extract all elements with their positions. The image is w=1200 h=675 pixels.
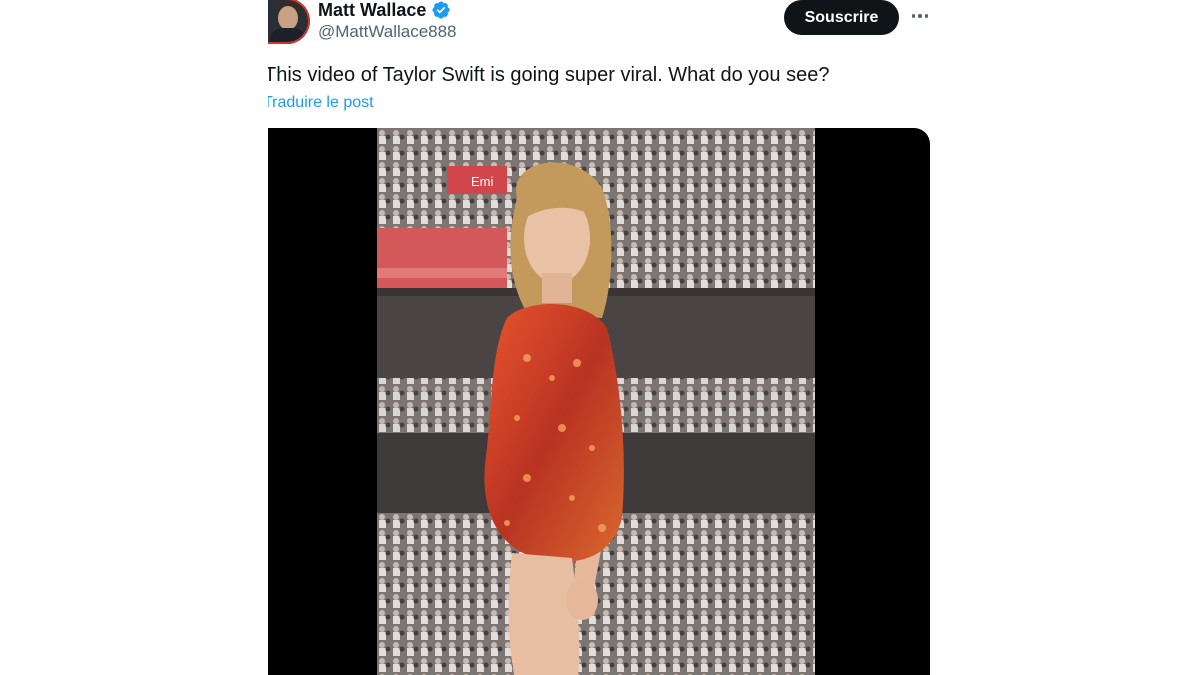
author-handle[interactable]: @MattWallace888 — [318, 22, 457, 42]
subscribe-button[interactable]: Souscrire — [784, 0, 899, 35]
ellipsis-dot — [924, 14, 929, 18]
verified-badge-icon — [431, 0, 451, 20]
ellipsis-dot — [911, 14, 916, 18]
ellipsis-icon[interactable] — [906, 4, 934, 28]
avatar[interactable] — [268, 0, 310, 44]
stadium-sign-text: Emi — [471, 174, 494, 189]
left-crop-mask — [0, 0, 268, 675]
author-display-name[interactable]: Matt Wallace — [318, 0, 426, 21]
video-frame[interactable]: Emi — [377, 128, 815, 675]
translate-post-link[interactable]: Traduire le post — [261, 94, 403, 112]
video-player[interactable]: Emi — [268, 128, 930, 675]
post-text: This video of Taylor Swift is going supe… — [264, 64, 830, 86]
author-name-row[interactable]: Matt Wallace — [318, 0, 451, 22]
tweet: Matt Wallace @MattWallace888 Souscrire T… — [0, 0, 1200, 675]
video-still-image: Emi — [377, 128, 815, 675]
ellipsis-dot — [918, 14, 922, 18]
